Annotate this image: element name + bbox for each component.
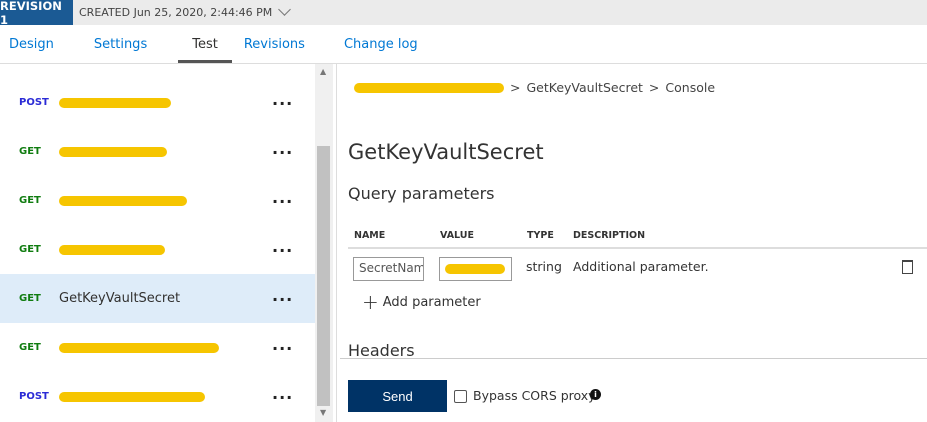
page-title: GetKeyVaultSecret (348, 140, 544, 164)
method-label: GET (19, 342, 41, 353)
tab-change-log[interactable]: Change log (335, 25, 427, 63)
more-options-icon[interactable]: ... (272, 90, 293, 109)
operation-item[interactable]: GET... (0, 323, 315, 372)
query-parameters-heading: Query parameters (348, 184, 495, 203)
method-label: GET (19, 195, 41, 206)
scrollbar[interactable]: ▲ ▼ (315, 64, 333, 422)
tab-design[interactable]: Design (0, 25, 63, 63)
method-label: GET (19, 244, 41, 255)
tab-settings[interactable]: Settings (85, 25, 156, 63)
plus-icon: + (362, 290, 379, 314)
redacted-name (59, 146, 167, 157)
panel-divider (336, 64, 337, 422)
send-button[interactable]: Send (348, 380, 447, 412)
redacted-name (59, 342, 219, 353)
param-name-input[interactable]: SecretName (353, 257, 424, 281)
operation-item[interactable]: GET... (0, 127, 315, 176)
breadcrumb-separator: > (510, 80, 521, 95)
method-label: GET (19, 146, 41, 157)
table-divider (348, 247, 927, 249)
more-options-icon[interactable]: ... (272, 139, 293, 158)
column-header-description: DESCRIPTION (573, 230, 646, 241)
operation-item-selected[interactable]: GET GetKeyVaultSecret... (0, 274, 315, 323)
breadcrumb: > GetKeyVaultSecret > Console (354, 80, 715, 95)
revision-badge: REVISION 1 (0, 0, 73, 27)
chevron-down-icon[interactable] (278, 3, 292, 16)
column-header-type: TYPE (527, 230, 554, 241)
add-parameter-label: Add parameter (382, 294, 481, 310)
more-options-icon[interactable]: ... (272, 188, 293, 207)
redacted-name (59, 244, 165, 255)
bypass-cors-checkbox[interactable] (454, 390, 467, 403)
redacted-value (445, 264, 505, 274)
tab-revisions[interactable]: Revisions (235, 25, 314, 63)
method-label: GET (19, 293, 41, 304)
method-label: POST (19, 97, 49, 108)
revision-bar: REVISION 1 CREATED Jun 25, 2020, 2:44:46… (0, 0, 927, 27)
more-options-icon[interactable]: ... (272, 335, 293, 354)
tab-bar: Design Settings Test Revisions Change lo… (0, 25, 927, 64)
created-timestamp: CREATED Jun 25, 2020, 2:44:46 PM (79, 6, 273, 19)
more-options-icon[interactable]: ... (272, 237, 293, 256)
param-value-input[interactable] (439, 257, 512, 281)
operation-name: GetKeyVaultSecret (59, 291, 181, 306)
operation-list: POST... GET... GET... GET... GET GetKeyVa… (0, 64, 315, 422)
section-divider (340, 358, 927, 359)
delete-icon[interactable] (902, 260, 913, 274)
more-options-icon[interactable]: ... (272, 384, 293, 403)
info-icon[interactable]: i (590, 389, 601, 400)
breadcrumb-operation[interactable]: GetKeyVaultSecret (526, 80, 642, 95)
scroll-down-icon[interactable]: ▼ (320, 408, 326, 417)
column-header-name: NAME (354, 230, 386, 241)
add-parameter-button[interactable]: + Add parameter (362, 290, 481, 314)
scroll-up-icon[interactable]: ▲ (320, 67, 326, 76)
param-type: string (526, 259, 562, 274)
more-options-icon[interactable]: ... (272, 286, 293, 305)
redacted-name (59, 391, 205, 402)
redacted-api-name[interactable] (354, 82, 504, 93)
param-description: Additional parameter. (573, 259, 709, 274)
method-label: POST (19, 391, 49, 402)
operation-item[interactable]: GET... (0, 176, 315, 225)
column-header-value: VALUE (440, 230, 474, 241)
scrollbar-thumb[interactable] (317, 146, 330, 406)
bypass-cors-label[interactable]: Bypass CORS proxy (473, 388, 596, 403)
breadcrumb-separator: > (648, 80, 660, 95)
redacted-name (59, 97, 171, 108)
operation-item[interactable]: POST... (0, 78, 315, 127)
redacted-name (59, 195, 187, 206)
tab-test[interactable]: Test (178, 25, 232, 63)
operation-item[interactable]: POST... (0, 372, 315, 421)
breadcrumb-console: Console (665, 80, 716, 95)
operation-item[interactable]: GET... (0, 225, 315, 274)
